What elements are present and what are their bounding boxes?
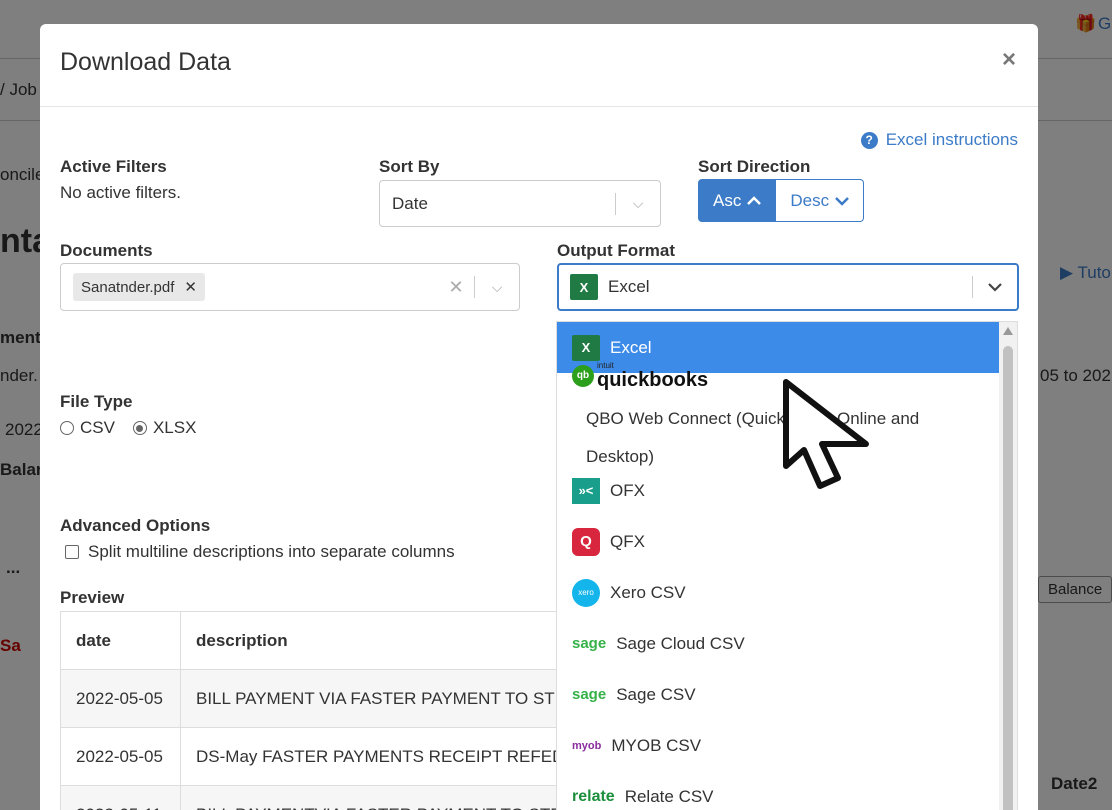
download-data-modal: Download Data × ? Excel instructions Act… xyxy=(40,24,1038,810)
menu-scrollbar[interactable] xyxy=(999,322,1017,810)
help-icon: ? xyxy=(860,131,878,149)
column-header-description: description xyxy=(180,611,620,670)
table-row: 2022-05-05 BILL PAYMENT VIA FASTER PAYME… xyxy=(60,669,620,728)
option-sage[interactable]: sage Sage CSV xyxy=(557,669,1017,720)
clear-icon[interactable]: ✕ xyxy=(438,277,474,298)
myob-icon: myob xyxy=(572,739,602,752)
sort-by-value: Date xyxy=(392,193,428,213)
table-cell: 2022-05-05 xyxy=(60,669,181,728)
option-relate[interactable]: relate Relate CSV xyxy=(557,771,1017,810)
split-multiline-label: Split multiline descriptions into separa… xyxy=(88,542,455,561)
option-myob[interactable]: myob MYOB CSV xyxy=(557,720,1017,771)
documents-label: Documents xyxy=(60,241,153,260)
chevron-down-icon[interactable]: ⌵ xyxy=(475,279,519,296)
chevron-down-icon[interactable]: ⌵ xyxy=(616,195,660,212)
active-filters-value: No active filters. xyxy=(60,183,181,202)
csv-radio-label: CSV xyxy=(80,418,115,437)
relate-icon: relate xyxy=(572,787,615,805)
split-multiline-checkbox[interactable] xyxy=(65,545,79,559)
sort-direction-group: Asc Desc xyxy=(698,179,865,222)
option-qfx[interactable]: Q QFX xyxy=(557,516,1017,567)
preview-table: date description 2022-05-05 BILL PAYMENT… xyxy=(60,611,620,810)
table-cell: 2022-05-11 xyxy=(60,785,181,810)
option-xero[interactable]: xero Xero CSV xyxy=(557,567,1017,618)
advanced-options-label: Advanced Options xyxy=(60,516,211,535)
sort-asc-button[interactable]: Asc xyxy=(698,179,777,222)
excel-instructions-link[interactable]: ? Excel instructions xyxy=(860,130,1018,150)
file-type-options: CSV XLSX xyxy=(60,418,196,438)
xero-icon: xero xyxy=(572,578,600,607)
file-type-label: File Type xyxy=(60,392,133,411)
qfx-icon: Q xyxy=(572,527,600,556)
chevron-down-icon xyxy=(835,196,849,206)
table-row: 2022-05-05 DS-May FASTER PAYMENTS RECEIP… xyxy=(60,727,620,786)
sage-icon: sage xyxy=(572,686,607,703)
table-cell: BILL PAYMENTVIA FASTER PAYMENT TO STEVE xyxy=(180,785,620,810)
csv-radio[interactable] xyxy=(60,421,74,435)
column-header-date: date xyxy=(60,611,181,670)
close-button[interactable]: × xyxy=(1002,46,1016,74)
scroll-up-icon[interactable] xyxy=(1003,327,1013,335)
ofx-icon: »< xyxy=(572,477,600,504)
mouse-pointer-icon xyxy=(783,379,869,489)
documents-select[interactable]: Sanatnder.pdf ✕ ✕ ⌵ xyxy=(60,263,520,311)
active-filters-label: Active Filters xyxy=(60,157,167,176)
table-header-row: date description xyxy=(60,611,620,670)
option-sage-cloud[interactable]: sage Sage Cloud CSV xyxy=(557,618,1017,669)
modal-title: Download Data xyxy=(60,48,231,76)
table-cell: BILL PAYMENT VIA FASTER PAYMENT TO STEVE xyxy=(180,669,620,728)
output-format-select[interactable]: X Excel xyxy=(557,263,1019,311)
preview-label: Preview xyxy=(60,588,125,607)
remove-tag-icon[interactable]: ✕ xyxy=(184,278,197,296)
table-cell: 2022-05-05 xyxy=(60,727,181,786)
table-cell: DS-May FASTER PAYMENTS RECEIPT REFED FR xyxy=(180,727,620,786)
sage-icon: sage xyxy=(572,635,607,652)
quickbooks-icon: qb intuit quickbooks xyxy=(572,362,708,390)
table-row: 2022-05-11 BILL PAYMENTVIA FASTER PAYMEN… xyxy=(60,785,620,810)
sort-direction-label: Sort Direction xyxy=(698,157,811,176)
chevron-down-icon[interactable] xyxy=(973,282,1017,292)
sort-by-label: Sort By xyxy=(379,157,440,176)
document-tag: Sanatnder.pdf ✕ xyxy=(73,273,205,301)
modal-header: Download Data × xyxy=(40,24,1038,107)
output-format-value: Excel xyxy=(608,277,650,296)
chevron-up-icon xyxy=(747,195,762,205)
scrollbar-thumb[interactable] xyxy=(1003,346,1013,810)
xlsx-radio[interactable] xyxy=(132,421,147,435)
sort-by-select[interactable]: Date ⌵ xyxy=(379,180,661,227)
excel-icon: X xyxy=(570,274,598,300)
excel-instructions-label: Excel instructions xyxy=(885,130,1018,149)
sort-desc-button[interactable]: Desc xyxy=(776,179,865,222)
output-format-label: Output Format xyxy=(557,241,676,260)
xlsx-radio-label: XLSX xyxy=(152,418,197,437)
split-multiline-option: Split multiline descriptions into separa… xyxy=(65,542,455,562)
